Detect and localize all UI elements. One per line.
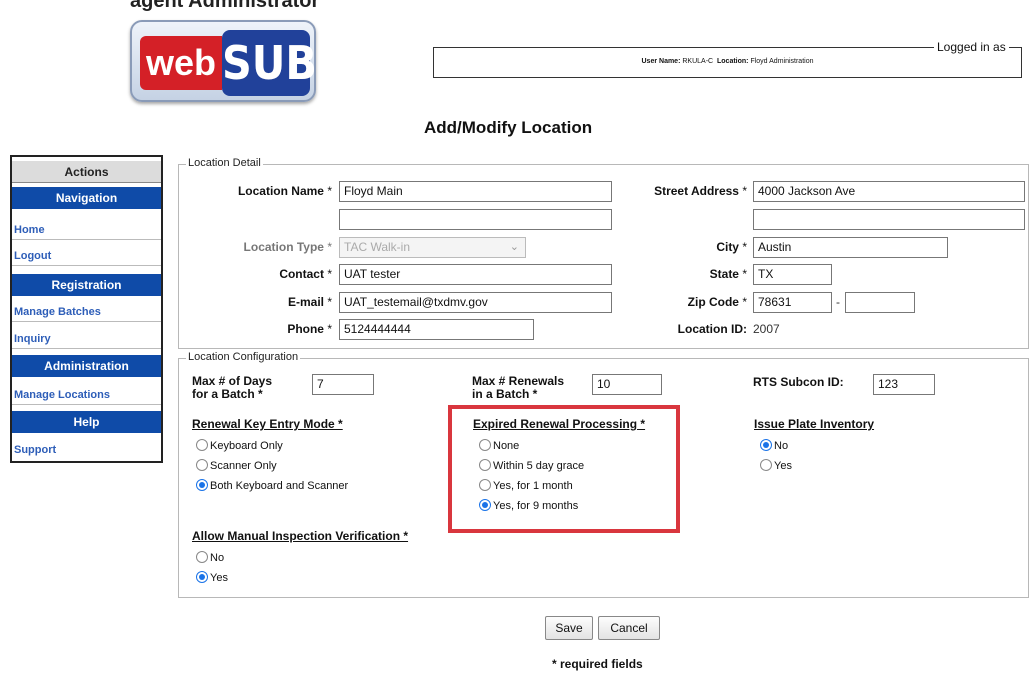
radio-selected-icon: [196, 479, 208, 491]
sidebar-actions-header: Actions: [12, 161, 161, 183]
page-title: Add/Modify Location: [424, 118, 593, 137]
city-label: City *: [716, 240, 747, 254]
radio-selected-icon: [196, 571, 208, 583]
plate-inventory-group: No Yes: [760, 436, 792, 476]
location-label: Location:: [717, 58, 749, 65]
chevron-down-icon: ⌄: [509, 241, 519, 253]
radio-5-day-grace[interactable]: Within 5 day grace: [479, 456, 584, 476]
logo-web: web: [140, 36, 222, 90]
user-name-label: User Name:: [641, 58, 681, 65]
max-renewals-label: Max # Renewals in a Batch *: [472, 374, 565, 401]
radio-plate-no[interactable]: No: [760, 436, 792, 456]
location-type-value: TAC Walk-in: [344, 240, 410, 254]
sidebar-link-manage-batches[interactable]: Manage Batches: [12, 302, 161, 322]
top-cut-text: agent Administrator: [130, 0, 320, 12]
user-name: RKULA-C: [682, 58, 714, 65]
contact-label: Contact *: [279, 267, 332, 281]
email-label: E-mail *: [287, 295, 332, 309]
zip-code-label: Zip Code *: [687, 295, 747, 309]
radio-icon: [196, 439, 208, 451]
zip-ext-input[interactable]: [845, 292, 915, 313]
sidebar-link-support[interactable]: Support: [12, 440, 161, 460]
websub-logo: web SUB: [130, 20, 317, 102]
manual-inspection-title: Allow Manual Inspection Verification *: [192, 529, 409, 543]
radio-none[interactable]: None: [479, 436, 584, 456]
save-button[interactable]: Save: [545, 616, 593, 640]
location-name-2-input[interactable]: [339, 209, 612, 230]
rts-subcon-label: RTS Subcon ID:: [753, 375, 844, 389]
radio-icon: [479, 459, 491, 471]
radio-selected-icon: [760, 439, 772, 451]
sidebar-link-inquiry[interactable]: Inquiry: [12, 329, 161, 349]
contact-input[interactable]: UAT tester: [339, 264, 612, 285]
sidebar-link-manage-locations[interactable]: Manage Locations: [12, 385, 161, 405]
radio-icon: [479, 439, 491, 451]
street-address-label: Street Address *: [654, 184, 747, 198]
zip-separator: -: [836, 295, 840, 309]
phone-label: Phone *: [287, 322, 332, 336]
expired-renewal-group: None Within 5 day grace Yes, for 1 month…: [479, 436, 584, 516]
top-cut-banner: agent Administrator: [0, 0, 1029, 14]
max-days-input[interactable]: 7: [312, 374, 374, 395]
zip-code-input[interactable]: 78631: [753, 292, 832, 313]
location-name-input[interactable]: Floyd Main: [339, 181, 612, 202]
city-input[interactable]: Austin: [753, 237, 948, 258]
radio-plate-yes[interactable]: Yes: [760, 456, 792, 476]
street-address-input[interactable]: 4000 Jackson Ave: [753, 181, 1025, 202]
location-name-label: Location Name *: [237, 184, 332, 198]
radio-icon: [760, 459, 772, 471]
radio-manual-yes[interactable]: Yes: [196, 568, 228, 588]
radio-manual-no[interactable]: No: [196, 548, 228, 568]
email-input[interactable]: UAT_testemail@txdmv.gov: [339, 292, 612, 313]
location-id-label: Location ID:: [677, 322, 747, 336]
manual-inspection-group: No Yes: [196, 548, 228, 588]
required-fields-note: * required fields: [552, 657, 643, 671]
radio-keyboard-only[interactable]: Keyboard Only: [196, 436, 348, 456]
location-id-value: 2007: [753, 322, 780, 336]
max-renewals-input[interactable]: 10: [592, 374, 662, 395]
user-info: User Name: RKULA-C Location: Floyd Admin…: [433, 58, 1022, 65]
sidebar-link-home[interactable]: Home: [12, 220, 161, 240]
radio-both[interactable]: Both Keyboard and Scanner: [196, 476, 348, 496]
cancel-button[interactable]: Cancel: [598, 616, 660, 640]
location-type-label: Location Type *: [243, 240, 332, 254]
plate-inventory-title: Issue Plate Inventory: [754, 417, 875, 431]
user-location: Floyd Administration: [750, 58, 814, 65]
state-label: State *: [709, 267, 747, 281]
phone-input[interactable]: 5124444444: [339, 319, 534, 340]
logged-in-legend: Logged in as: [934, 40, 1009, 54]
radio-icon: [196, 459, 208, 471]
radio-icon: [479, 479, 491, 491]
renewal-key-group: Keyboard Only Scanner Only Both Keyboard…: [196, 436, 348, 496]
sidebar-section-registration: Registration: [12, 274, 161, 296]
logo-sub: SUB: [222, 30, 317, 96]
radio-icon: [196, 551, 208, 563]
street-address-2-input[interactable]: [753, 209, 1025, 230]
sidebar: Actions Navigation Home Logout Registrat…: [10, 155, 163, 463]
sidebar-section-administration: Administration: [12, 355, 161, 377]
sidebar-link-logout[interactable]: Logout: [12, 246, 161, 266]
rts-subcon-input[interactable]: 123: [873, 374, 935, 395]
location-config-legend: Location Configuration: [186, 351, 301, 363]
state-input[interactable]: TX: [753, 264, 832, 285]
radio-selected-icon: [479, 499, 491, 511]
renewal-key-title: Renewal Key Entry Mode *: [192, 417, 343, 431]
location-type-select[interactable]: TAC Walk-in ⌄: [339, 237, 526, 258]
radio-scanner-only[interactable]: Scanner Only: [196, 456, 348, 476]
location-detail-legend: Location Detail: [186, 157, 263, 169]
expired-renewal-title: Expired Renewal Processing *: [473, 417, 646, 431]
max-days-label: Max # of Days for a Batch *: [192, 374, 273, 401]
sidebar-section-navigation: Navigation: [12, 187, 161, 209]
radio-9-months[interactable]: Yes, for 9 months: [479, 496, 584, 516]
radio-1-month[interactable]: Yes, for 1 month: [479, 476, 584, 496]
sidebar-section-help: Help: [12, 411, 161, 433]
